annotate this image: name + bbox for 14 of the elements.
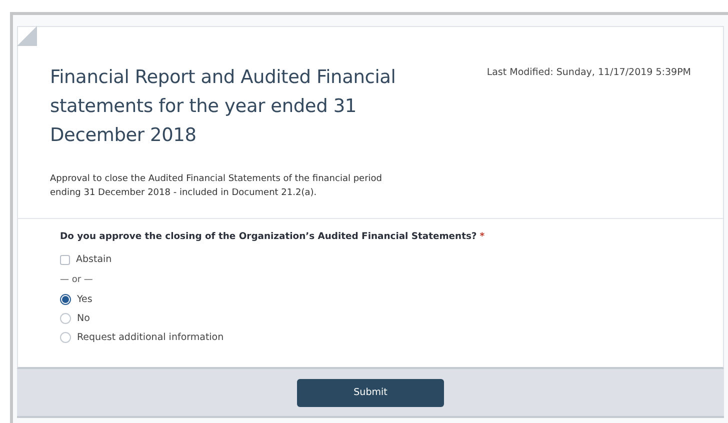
option-label[interactable]: Yes <box>77 294 92 305</box>
last-modified: Last Modified: Sunday, 11/17/2019 5:39PM <box>486 67 691 80</box>
or-separator: — or — <box>60 274 93 284</box>
option-label[interactable]: Abstain <box>76 254 112 265</box>
option-label[interactable]: Request additional information <box>77 332 224 343</box>
description: Approval to close the Audited Financial Statements of the financial period ending 31 December 2018 - included in Document 21.2(a). <box>50 173 384 200</box>
radio-button[interactable] <box>60 294 71 305</box>
page-title: Financial Report and Audited Financial statements for the year ended 31 December 2018 <box>50 66 397 148</box>
option-label[interactable]: No <box>77 313 90 324</box>
corner-fold-icon <box>17 26 37 46</box>
submit-button[interactable]: Submit <box>297 378 444 406</box>
question-label: Do you approve the closing of the Organization’s Audited Financial Statements? <box>60 231 477 242</box>
required-mark: * <box>480 231 485 242</box>
checkbox[interactable] <box>60 254 70 264</box>
